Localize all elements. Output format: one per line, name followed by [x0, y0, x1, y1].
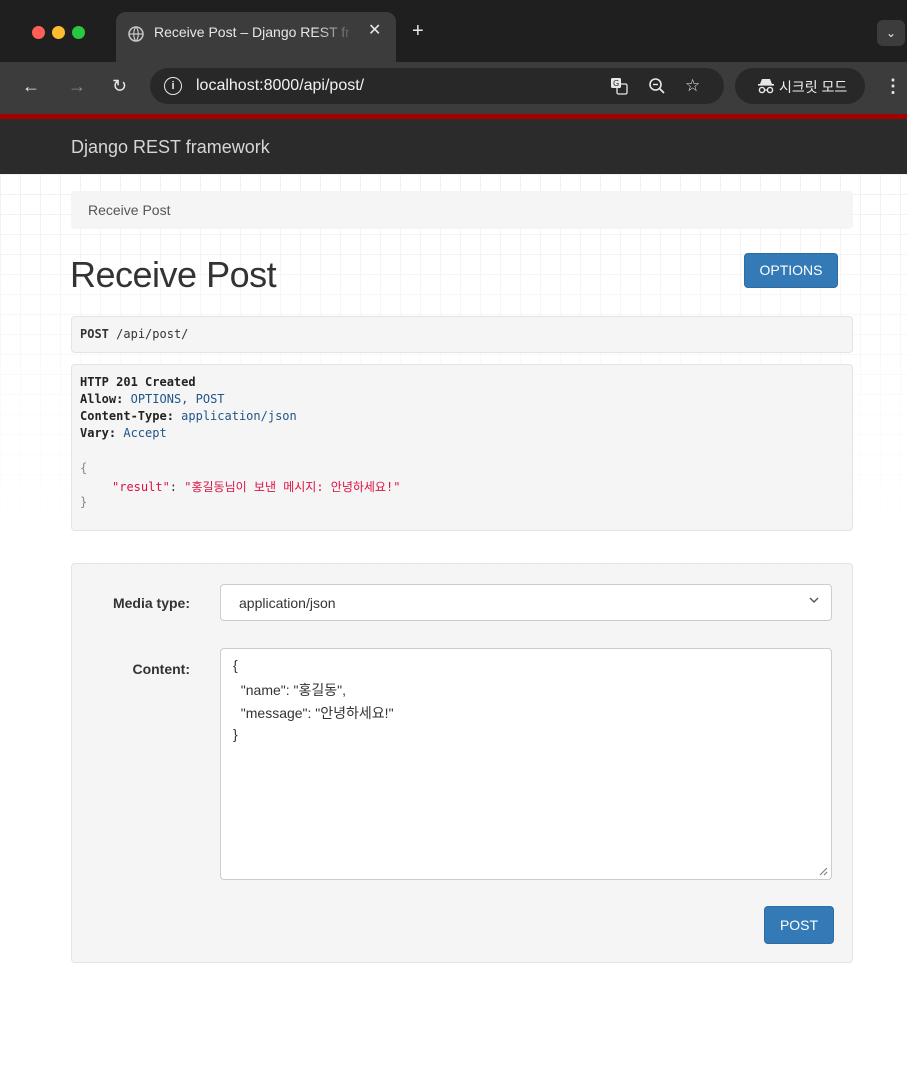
resize-grip-icon[interactable] [819, 867, 828, 876]
content-line: { [233, 657, 238, 673]
back-icon[interactable]: ← [22, 76, 40, 97]
media-type-select[interactable]: application/json [220, 584, 832, 621]
incognito-icon [758, 79, 774, 94]
incognito-indicator[interactable]: 시크릿 모드 [735, 68, 865, 104]
close-window-button[interactable] [32, 26, 45, 39]
header-key: Vary: [80, 426, 117, 440]
reload-icon[interactable]: ↻ [112, 76, 127, 97]
page-title: Receive Post [70, 254, 277, 295]
globe-icon [128, 26, 144, 42]
tab-strip: Receive Post – Django REST framework ✕ +… [0, 0, 907, 62]
post-button[interactable]: POST [764, 906, 834, 944]
content-line: "name": "홍길동", [233, 682, 346, 698]
tab-search-button[interactable]: ⌄ [877, 20, 905, 46]
json-result-line: "result": "홍길동님이 보낸 메시지: 안녕하세요!" [112, 478, 400, 495]
response-header-allow: Allow: OPTIONS, POST [80, 392, 225, 406]
kebab-menu-icon[interactable]: ⋮ [884, 76, 902, 97]
raw-data-form: Media type: application/json Content: { … [71, 563, 853, 963]
tab-active[interactable]: Receive Post – Django REST framework ✕ [116, 12, 396, 62]
request-method: POST [80, 327, 109, 341]
json-value: "홍길동님이 보낸 메시지: 안녕하세요!" [184, 480, 401, 494]
breadcrumb-item[interactable]: Receive Post [88, 202, 170, 218]
json-separator: : [169, 480, 185, 494]
zoom-window-button[interactable] [72, 26, 85, 39]
header-value: application/json [181, 409, 297, 423]
response-status: HTTP 201 Created [80, 375, 196, 389]
forward-icon[interactable]: → [68, 76, 86, 97]
minimize-window-button[interactable] [52, 26, 65, 39]
breadcrumb: Receive Post [71, 191, 853, 229]
json-close-brace: } [80, 495, 88, 509]
response-header-vary: Vary: Accept [80, 426, 167, 440]
chevron-down-icon [809, 597, 819, 603]
star-icon[interactable]: ☆ [685, 76, 700, 96]
tab-close-icon[interactable]: ✕ [368, 20, 381, 40]
svg-text:G: G [613, 79, 619, 88]
zoom-icon[interactable] [648, 77, 666, 95]
content-label: Content: [132, 661, 190, 677]
translate-icon[interactable]: G [610, 77, 628, 95]
new-tab-button[interactable]: + [412, 20, 424, 43]
json-key: "result" [112, 480, 170, 494]
header-key: Content-Type: [80, 409, 174, 423]
content-line: "message": "안녕하세요!" [233, 705, 394, 721]
options-button[interactable]: OPTIONS [744, 253, 838, 288]
content-textarea[interactable]: { "name": "홍길동", "message": "안녕하세요!" } [220, 648, 832, 880]
address-bar[interactable]: i localhost:8000/api/post/ G ☆ [150, 68, 724, 104]
json-open-brace: { [80, 461, 88, 475]
info-icon[interactable]: i [164, 77, 182, 95]
request-info: POST /api/post/ [71, 316, 853, 353]
browser-window: Receive Post – Django REST framework ✕ +… [0, 0, 907, 1074]
request-line: POST /api/post/ [80, 327, 188, 341]
url-text[interactable]: localhost:8000/api/post/ [196, 77, 364, 95]
drf-navbar: Django REST framework [0, 119, 907, 174]
browser-toolbar: ← → ↻ i localhost:8000/api/post/ G ☆ 시크릿… [0, 62, 907, 114]
content-line: } [233, 726, 238, 742]
header-value: OPTIONS, POST [130, 392, 225, 406]
response-header-content-type: Content-Type: application/json [80, 409, 297, 423]
header-value: Accept [123, 426, 167, 440]
header-key: Allow: [80, 392, 124, 406]
incognito-label: 시크릿 모드 [779, 79, 848, 95]
navbar-brand[interactable]: Django REST framework [71, 137, 270, 158]
tab-title-fade [316, 20, 356, 46]
request-path: /api/post/ [116, 327, 189, 341]
page-content: Receive Post Receive Post OPTIONS POST /… [0, 174, 907, 1074]
media-type-value: application/json [239, 595, 336, 611]
response-info: HTTP 201 Created Allow: OPTIONS, POST Co… [71, 364, 853, 531]
media-type-label: Media type: [112, 595, 190, 611]
